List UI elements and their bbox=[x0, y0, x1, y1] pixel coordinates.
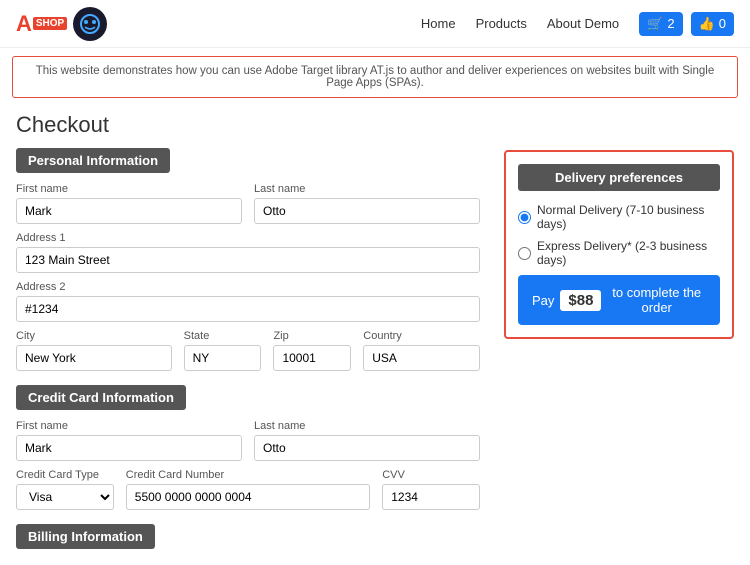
credit-card-section: Credit Card Information First name Last … bbox=[16, 385, 480, 510]
address1-row: Address 1 bbox=[16, 232, 480, 273]
nav-badges: 🛒 2 👍 0 bbox=[639, 12, 734, 36]
express-delivery-option[interactable]: Express Delivery* (2-3 business days) bbox=[518, 239, 720, 267]
name-row: First name Last name bbox=[16, 183, 480, 224]
like-icon: 👍 bbox=[699, 16, 715, 32]
logo-circle bbox=[73, 7, 107, 41]
pay-amount: $88 bbox=[560, 290, 601, 311]
page-title: Checkout bbox=[16, 112, 480, 138]
first-name-input[interactable] bbox=[16, 198, 242, 224]
cart-button[interactable]: 🛒 2 bbox=[639, 12, 682, 36]
cc-first-name-group: First name bbox=[16, 420, 242, 461]
cc-cvv-label: CVV bbox=[382, 469, 480, 481]
cc-number-input[interactable] bbox=[126, 484, 370, 510]
pay-prefix: Pay bbox=[532, 293, 554, 308]
first-name-group: First name bbox=[16, 183, 242, 224]
cc-last-name-input[interactable] bbox=[254, 435, 480, 461]
zip-group: Zip bbox=[273, 330, 351, 371]
address2-input[interactable] bbox=[16, 296, 480, 322]
normal-delivery-option[interactable]: Normal Delivery (7-10 business days) bbox=[518, 203, 720, 231]
nav-products[interactable]: Products bbox=[476, 16, 527, 31]
country-input[interactable] bbox=[363, 345, 480, 371]
like-button[interactable]: 👍 0 bbox=[691, 12, 734, 36]
address2-group: Address 2 bbox=[16, 281, 480, 322]
cc-details-row: Credit Card Type Visa Mastercard Amex Cr… bbox=[16, 469, 480, 510]
cc-number-group: Credit Card Number bbox=[126, 469, 370, 510]
address1-label: Address 1 bbox=[16, 232, 480, 244]
cc-number-label: Credit Card Number bbox=[126, 469, 370, 481]
right-column: Delivery preferences Normal Delivery (7-… bbox=[504, 112, 734, 559]
main-content: Checkout Personal Information First name… bbox=[0, 106, 750, 565]
nav-home[interactable]: Home bbox=[421, 16, 456, 31]
cc-name-row: First name Last name bbox=[16, 420, 480, 461]
cc-last-name-group: Last name bbox=[254, 420, 480, 461]
pay-button[interactable]: Pay $88 to complete the order bbox=[518, 275, 720, 325]
cc-first-name-input[interactable] bbox=[16, 435, 242, 461]
cc-last-name-label: Last name bbox=[254, 420, 480, 432]
delivery-box: Delivery preferences Normal Delivery (7-… bbox=[504, 150, 734, 339]
logo-shop: SHOP bbox=[33, 17, 67, 30]
logo-a: A bbox=[16, 13, 32, 35]
country-group: Country bbox=[363, 330, 480, 371]
billing-section: Billing Information bbox=[16, 524, 480, 559]
cc-type-label: Credit Card Type bbox=[16, 469, 114, 481]
cc-cvv-group: CVV bbox=[382, 469, 480, 510]
address1-group: Address 1 bbox=[16, 232, 480, 273]
billing-header: Billing Information bbox=[16, 524, 155, 549]
left-column: Checkout Personal Information First name… bbox=[16, 112, 480, 559]
city-label: City bbox=[16, 330, 172, 342]
zip-input[interactable] bbox=[273, 345, 351, 371]
state-group: State bbox=[184, 330, 262, 371]
delivery-header: Delivery preferences bbox=[518, 164, 720, 191]
cc-type-select[interactable]: Visa Mastercard Amex bbox=[16, 484, 114, 510]
city-state-row: City State Zip Country bbox=[16, 330, 480, 371]
logo: A SHOP bbox=[16, 7, 107, 41]
last-name-group: Last name bbox=[254, 183, 480, 224]
main-nav: Home Products About Demo 🛒 2 👍 0 bbox=[421, 12, 734, 36]
last-name-label: Last name bbox=[254, 183, 480, 195]
cc-cvv-input[interactable] bbox=[382, 484, 480, 510]
zip-label: Zip bbox=[273, 330, 351, 342]
cart-icon: 🛒 bbox=[647, 16, 663, 32]
pay-suffix: to complete the order bbox=[607, 285, 706, 315]
normal-delivery-label: Normal Delivery (7-10 business days) bbox=[537, 203, 720, 231]
cc-type-group: Credit Card Type Visa Mastercard Amex bbox=[16, 469, 114, 510]
first-name-label: First name bbox=[16, 183, 242, 195]
address1-input[interactable] bbox=[16, 247, 480, 273]
state-label: State bbox=[184, 330, 262, 342]
express-delivery-label: Express Delivery* (2-3 business days) bbox=[537, 239, 720, 267]
logo-circle-icon bbox=[79, 13, 101, 35]
notice-bar: This website demonstrates how you can us… bbox=[12, 56, 738, 98]
state-input[interactable] bbox=[184, 345, 262, 371]
normal-delivery-radio[interactable] bbox=[518, 211, 531, 224]
like-count: 0 bbox=[719, 16, 726, 31]
address2-label: Address 2 bbox=[16, 281, 480, 293]
address2-row: Address 2 bbox=[16, 281, 480, 322]
cart-count: 2 bbox=[667, 16, 674, 31]
express-delivery-radio[interactable] bbox=[518, 247, 531, 260]
city-group: City bbox=[16, 330, 172, 371]
country-label: Country bbox=[363, 330, 480, 342]
personal-info-section: Personal Information First name Last nam… bbox=[16, 148, 480, 371]
city-input[interactable] bbox=[16, 345, 172, 371]
personal-info-header: Personal Information bbox=[16, 148, 170, 173]
nav-about-demo[interactable]: About Demo bbox=[547, 16, 619, 31]
last-name-input[interactable] bbox=[254, 198, 480, 224]
header: A SHOP Home Products About Demo 🛒 2 👍 0 bbox=[0, 0, 750, 48]
cc-first-name-label: First name bbox=[16, 420, 242, 432]
credit-card-header: Credit Card Information bbox=[16, 385, 186, 410]
